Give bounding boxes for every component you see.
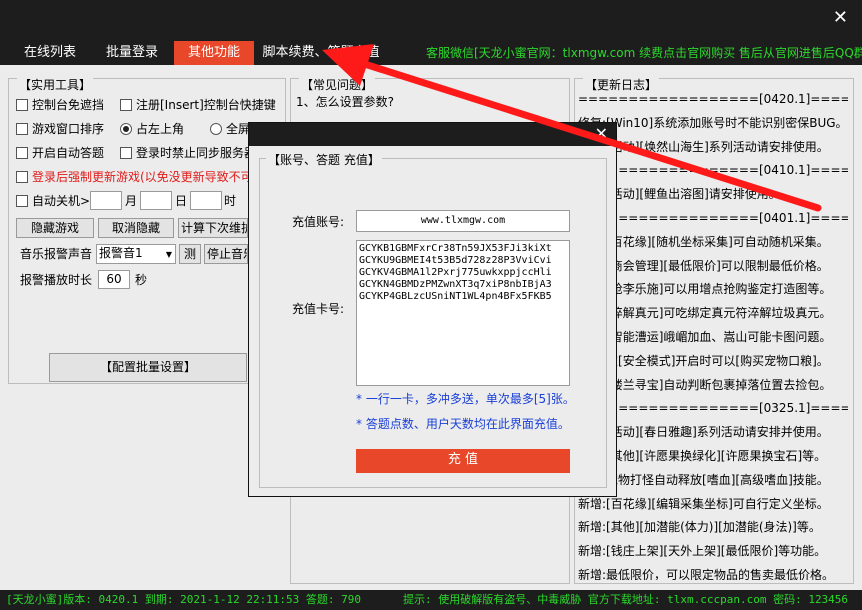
changelog-line: 新增:[淬解真元]可吃绑定真元符淬解垃圾真元。 [578,306,832,321]
batch-config-button[interactable]: 【配置批量设置】 [49,353,247,382]
checkbox-label: 游戏窗口排序 [32,122,105,136]
auto-answer-checkbox[interactable]: 开启自动答题 [16,145,104,161]
card-label: 充值卡号: [292,302,345,316]
window-sort-checkbox[interactable]: 游戏窗口排序 [16,121,104,137]
checkbox-box[interactable] [120,99,132,111]
account-label: 充值账号: [292,215,345,229]
checkbox-label: 开启自动答题 [32,146,105,160]
force-update-checkbox[interactable]: 登录后强制更新游戏(以免没更新导致不可 [16,169,253,185]
console-free-checkbox[interactable]: 控制台免遮挡 [16,97,104,113]
status-bar: [天龙小蜜]版本: 0420.1 到期: 2021-1-12 22:11:53 … [0,590,862,610]
recharge-group: 【账号、答题 充值】 充值账号: www.tlxmgw.com 充值卡号: GC… [259,151,607,488]
tab-batch-login[interactable]: 批量登录 [92,41,172,65]
register-hotkey-checkbox[interactable]: 注册[Insert]控制台快捷键 [120,97,276,113]
tab-other-functions[interactable]: 其他功能 [174,41,254,65]
shutdown-month-input[interactable] [90,191,122,210]
alarm-sound-select[interactable]: 报警音1 ▼ [96,244,176,264]
changelog-line: 新增:[其他][许愿果换绿化][许愿果换宝石]等。 [578,448,827,463]
chevron-down-icon[interactable]: ▼ [166,247,172,263]
shutdown-hour-input[interactable] [190,191,222,210]
changelog-line: 新增:[商会管理][最低限价]可以限制最低价格。 [578,258,829,273]
card-line: GCYKB1GBMFxrCr38Tn59JX53FJi3kiXt [359,243,552,254]
changelog-line: ==================[0410.1]==============… [578,163,848,178]
card-line: GCYKU9GBMEI4t53B5d728z28P3VviCvi [359,255,552,266]
main-tabs: 在线列表 批量登录 其他功能 脚本续费、答题充值 [10,41,388,65]
card-line: GCYKV4GBMA1l2Pxrj775uwkxppjccHli [359,267,552,278]
checkbox-box[interactable] [16,99,28,111]
changelog-line: 新增:[活动][焕然山海生]系列活动请安排使用。 [578,139,829,154]
title-bar: ✕ 在线列表 批量登录 其他功能 脚本续费、答题充值 客服微信[天龙小蜜官网：t… [0,0,862,65]
card-line: GCYKP4GBLzcUSniNT1WL4pn4BFx5FKB5 [359,291,552,302]
top-left-radio[interactable]: 占左上角 [120,121,184,137]
changelog-line: 新增:[其他][加潜能(体力)][加潜能(身法)]等。 [578,520,821,535]
alarm-duration-input[interactable]: 60 [98,270,130,289]
month-label: 月 [125,194,138,208]
calc-maintenance-button[interactable]: 计算下次维护时间 [178,218,248,238]
changelog-line: 新增:[智能漕运]峨嵋加血、嵩山可能卡图问题。 [578,329,832,344]
changelog-line: 新增:[百花缘][随机坐标采集]可自动随机采集。 [578,234,829,249]
recharge-dialog: ✕ 【账号、答题 充值】 充值账号: www.tlxmgw.com 充值卡号: … [248,122,617,497]
checkbox-label: 登录时禁止同步服务器 [136,146,257,160]
faq-question: 1、怎么设置参数? [296,95,395,109]
checkbox-box[interactable] [16,195,28,207]
dialog-title-bar: ✕ [249,123,616,146]
changelog-line: 修复:[Win10]系统添加账号时不能识别密保BUG。 [578,115,848,130]
changelog-line: 新增:[楼兰寻宝]自动判断包裹掉落位置去捡包。 [578,377,832,392]
tip-one-card-per-line: * 一行一卡，多冲多送，单次最多[5]张。 [356,392,575,406]
status-tip: 提示: 使用破解版有盗号、中毒威胁 官方下载地址: tlxm.cccpan.co… [403,593,849,606]
status-version-info: [天龙小蜜]版本: 0420.1 到期: 2021-1-12 22:11:53 … [6,593,362,606]
close-icon[interactable]: ✕ [833,8,848,28]
tools-panel-title: 【实用工具】 [17,78,94,92]
auto-shutdown-checkbox[interactable]: 自动关机> [16,193,90,209]
changelog-line: 新增:[百花缘][编辑采集坐标]可自行定义坐标。 [578,496,829,511]
unhide-game-button[interactable]: 取消隐藏 [98,218,174,238]
fullscreen-radio[interactable]: 全屏 [210,121,250,137]
tip-recharge-here: * 答题点数、用户天数均在此界面充值。 [356,417,570,431]
checkbox-label: 自动关机> [32,194,91,208]
test-sound-button[interactable]: 测 [179,244,201,264]
account-input[interactable]: www.tlxmgw.com [356,210,570,232]
seconds-label: 秒 [135,273,148,287]
card-line: GCYKN4GBMDzPMZwnXT3q7xiP8nbIBjA3 [359,279,552,290]
changelog-line: 新增:最低限价，可以限定物品的售卖最低价格。 [578,567,835,580]
changelog-line: 新增:[钱庄上架][天外上架][最低限价]等功能。 [578,544,827,559]
changelog-line: 新增:在[安全模式]开启时可以[购买宠物口粮]。 [578,353,829,368]
checkbox-box[interactable] [16,147,28,159]
checkbox-box[interactable] [16,171,28,183]
checkbox-label: 注册[Insert]控制台快捷键 [136,98,276,112]
changelog-line: 新增:[活动][鲤鱼出溶图]请安排使用。 [578,187,781,202]
shutdown-day-input[interactable] [140,191,172,210]
day-label: 日 [175,194,188,208]
changelog-line: 新增:[抢李乐施]可以用增点抢购鉴定打造图等。 [578,282,832,297]
recharge-group-title: 【账号、答题 充值】 [266,151,382,168]
tab-renew-recharge[interactable]: 脚本续费、答题充值 [256,41,386,65]
alarm-duration-label: 报警播放时长 [20,273,93,287]
changelog-line: ==================[0420.1]==============… [578,92,848,106]
checkbox-box[interactable] [120,147,132,159]
alarm-sound-label: 音乐报警声音 [20,247,93,261]
hide-game-button[interactable]: 隐藏游戏 [16,218,94,238]
tab-online-list[interactable]: 在线列表 [10,41,90,65]
changelog-line: 新增:宠物打怪自动释放[嗜血][高级嗜血]技能。 [578,472,829,487]
alarm-sound-value: 报警音1 [99,246,143,260]
radio-label: 全屏 [226,122,251,136]
card-textarea[interactable]: GCYKB1GBMFxrCr38Tn59JX53FJi3kiXt GCYKU9G… [356,240,570,386]
stop-sound-button[interactable]: 停止音乐 [204,244,248,264]
recharge-button[interactable]: 充 值 [356,449,570,473]
changelog-line: ==================[0325.1]==============… [578,401,848,416]
close-icon[interactable]: ✕ [595,124,608,144]
checkbox-label: 登录后强制更新游戏(以免没更新导致不可 [32,170,253,184]
checkbox-label: 控制台免遮挡 [32,98,105,112]
disable-sync-checkbox[interactable]: 登录时禁止同步服务器 [120,145,256,161]
faq-panel-title: 【常见问题】 [299,78,376,92]
changelog-line: ==================[0401.1]==============… [578,210,848,225]
service-marquee: 客服微信[天龙小蜜官网：tlxmgw.com 续费点击官网购买 售后从官网进售后… [426,46,862,60]
hour-label: 时 [224,194,237,208]
changelog-list[interactable]: ==================[0420.1]==============… [578,88,848,580]
radio-dot[interactable] [120,123,132,135]
radio-label: 占左上角 [136,122,185,136]
checkbox-box[interactable] [16,123,28,135]
changelog-line: 新增:[活动][春日雅趣]系列活动请安排并使用。 [578,425,829,440]
radio-dot[interactable] [210,123,222,135]
